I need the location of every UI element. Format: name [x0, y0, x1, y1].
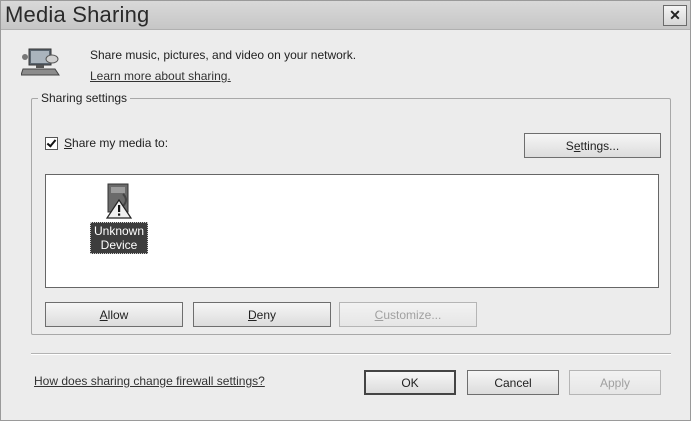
- deny-button[interactable]: Deny: [193, 302, 331, 327]
- title-bar[interactable]: Media Sharing ✕: [1, 1, 690, 30]
- window-title: Media Sharing: [5, 2, 150, 27]
- access-key: C: [374, 308, 384, 322]
- ok-button[interactable]: OK: [364, 370, 456, 395]
- device-label: Unknown Device: [89, 222, 149, 254]
- firewall-help-link[interactable]: How does sharing change firewall setting…: [34, 374, 265, 388]
- divider: [31, 353, 671, 355]
- customize-button[interactable]: Customize...: [339, 302, 477, 327]
- device-list[interactable]: Unknown Device: [45, 174, 659, 288]
- close-icon: ✕: [669, 7, 681, 23]
- unknown-device-warning-icon: [105, 183, 133, 219]
- label-rest: hare my media to:: [72, 136, 169, 150]
- label-rest: ustomize...: [383, 308, 442, 322]
- sharing-description: Share music, pictures, and video on your…: [90, 48, 357, 62]
- label-rest: llow: [107, 308, 129, 322]
- label-rest: eny: [256, 308, 277, 322]
- access-key: A: [99, 308, 108, 322]
- label-start: S: [565, 139, 574, 153]
- media-sharing-dialog: Media Sharing ✕ Share music, pictures, a…: [0, 0, 691, 421]
- access-key: e: [573, 139, 581, 153]
- media-sharing-icon: [21, 48, 60, 76]
- label-rest: ttings...: [580, 139, 620, 153]
- allow-button[interactable]: Allow: [45, 302, 183, 327]
- dialog-body: Share music, pictures, and video on your…: [1, 30, 690, 420]
- device-label-line-1: Unknown: [93, 224, 145, 238]
- access-key: D: [247, 308, 257, 322]
- learn-more-link[interactable]: Learn more about sharing.: [90, 69, 231, 83]
- device-label-line-2: Device: [100, 238, 138, 252]
- apply-button[interactable]: Apply: [569, 370, 661, 395]
- share-media-label: Share my media to:: [64, 136, 168, 150]
- sharing-settings-label: Sharing settings: [38, 91, 131, 105]
- cancel-button[interactable]: Cancel: [467, 370, 559, 395]
- settings-button[interactable]: Settings...: [524, 133, 661, 158]
- checkbox-checked-icon[interactable]: [45, 136, 58, 150]
- access-key: S: [64, 136, 73, 150]
- share-media-checkbox[interactable]: Share my media to:: [45, 136, 168, 150]
- device-item[interactable]: Unknown Device: [87, 182, 151, 254]
- close-button[interactable]: ✕: [663, 5, 687, 26]
